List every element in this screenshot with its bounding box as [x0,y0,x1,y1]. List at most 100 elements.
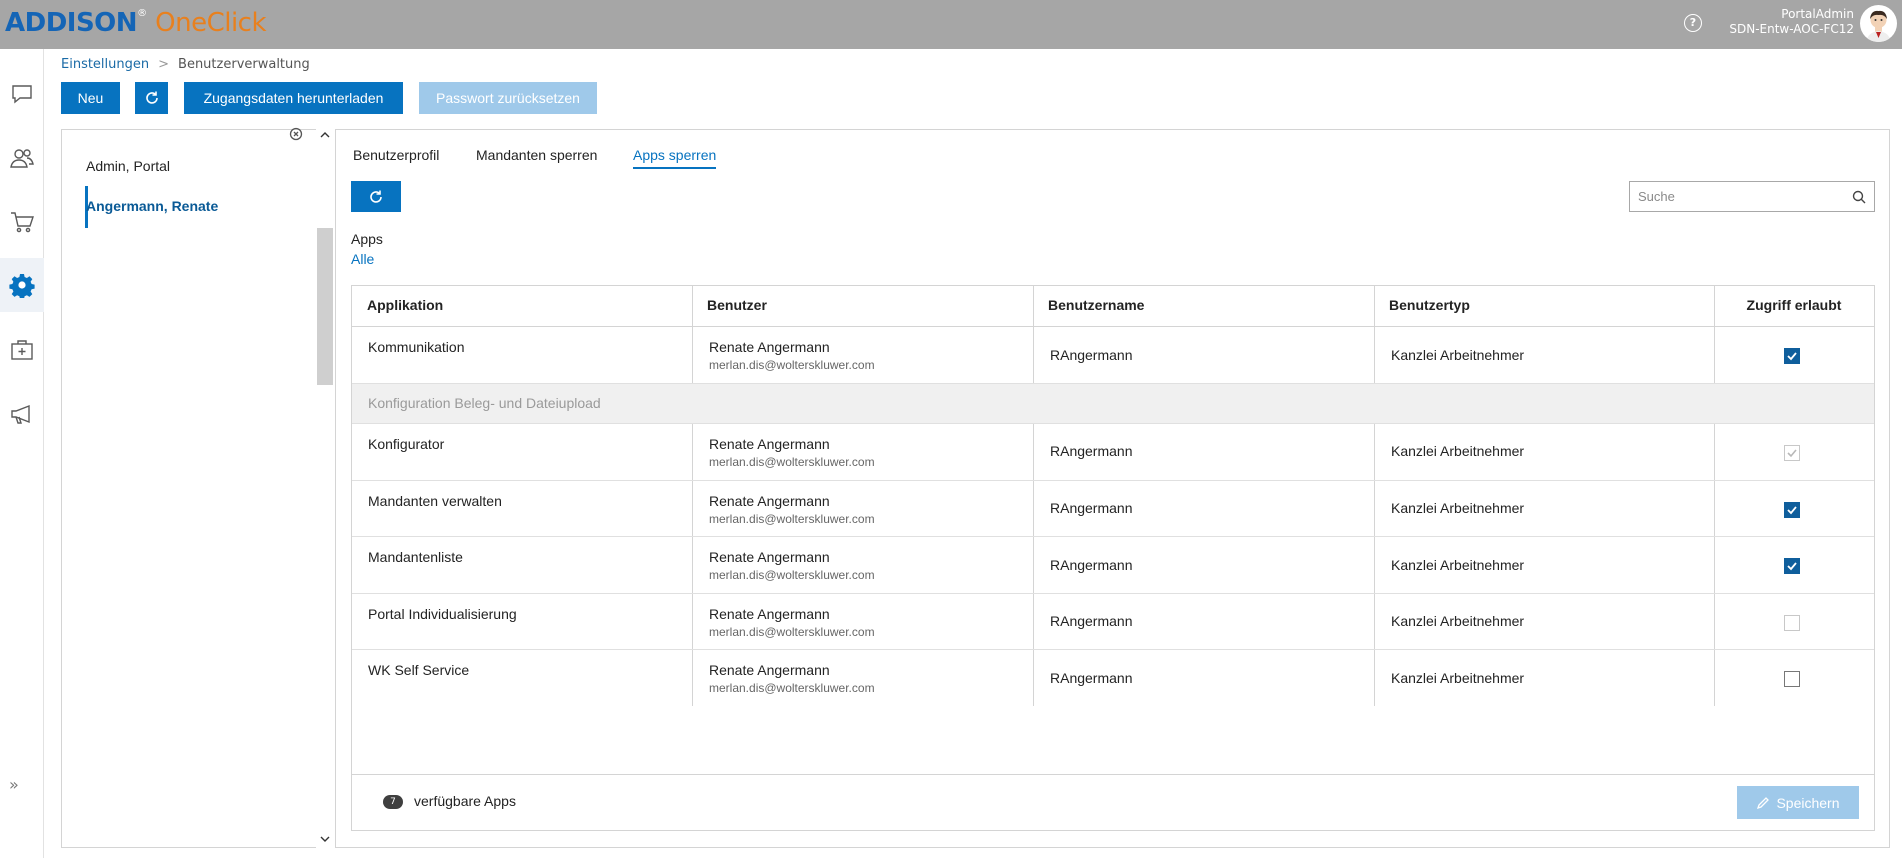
breadcrumb-separator: > [158,57,170,72]
user-name: Renate Angermann [709,339,830,355]
tab-lock-clients[interactable]: Mandanten sperren [476,147,597,163]
user-email: merlan.dis@wolterskluwer.com [709,455,875,469]
user-email: merlan.dis@wolterskluwer.com [709,512,875,526]
app-name: Kommunikation [368,339,465,355]
user-type: Kanzlei Arbeitnehmer [1391,557,1525,573]
apps-filter-value[interactable]: Alle [351,251,374,267]
column-header-user-type[interactable]: Benutzertyp [1373,285,1713,327]
app-name: WK Self Service [368,662,470,678]
scrollbar-thumb[interactable] [317,228,333,385]
user-cell: Renate Angermann merlan.dis@wolterskluwer… [709,493,875,526]
table-row[interactable]: Konfigurator Renate Angermann merlan.dis@… [352,424,1874,481]
breadcrumb: Einstellungen > Benutzerverwaltung [61,57,310,72]
user-type: Kanzlei Arbeitnehmer [1391,670,1525,686]
user-info[interactable]: PortalAdmin SDN-Entw-AOC-FC12 [1729,7,1854,37]
scroll-up-icon[interactable] [320,131,330,139]
user-name: Renate Angermann [709,493,830,509]
pencil-icon [1757,796,1770,809]
save-label: Speichern [1776,794,1840,811]
search-input[interactable]: Suche [1629,181,1875,212]
user-name: PortalAdmin [1781,7,1854,21]
username: RAngermann [1050,557,1133,573]
breadcrumb-settings[interactable]: Einstellungen [61,57,149,72]
table-row[interactable]: Portal Individualisierung Renate Angerma… [352,594,1874,650]
column-header-user[interactable]: Benutzer [691,285,1032,327]
user-email: merlan.dis@wolterskluwer.com [709,681,875,695]
user-type: Kanzlei Arbeitnehmer [1391,443,1525,459]
app-name: Mandanten verwalten [368,493,502,509]
partial-item-icon [289,127,303,141]
users-icon[interactable] [0,131,44,185]
cart-icon[interactable] [0,195,44,249]
table-row[interactable]: Kommunikation Renate Angermann merlan.dis… [352,327,1874,384]
user-name: Renate Angermann [709,606,830,622]
medkit-icon[interactable] [0,323,44,377]
username: RAngermann [1050,347,1133,363]
user-name: Renate Angermann [709,549,830,565]
group-row: Konfiguration Beleg- und Dateiupload [352,384,1874,424]
access-checkbox[interactable] [1784,348,1800,364]
refresh-icon [145,91,158,104]
gear-icon[interactable] [0,258,44,312]
user-cell: Renate Angermann merlan.dis@wolterskluwer… [709,549,875,582]
search-icon[interactable] [1852,190,1866,204]
brand-part2: OneClick [155,8,267,38]
save-button[interactable]: Speichern [1737,786,1859,819]
access-checkbox[interactable] [1784,502,1800,518]
access-checkbox[interactable] [1784,445,1800,461]
user-email: merlan.dis@wolterskluwer.com [709,625,875,639]
user-list-item[interactable]: Admin, Portal [86,158,170,174]
tab-user-profile[interactable]: Benutzerprofil [353,147,439,163]
user-name: Renate Angermann [709,662,830,678]
user-cell: Renate Angermann merlan.dis@wolterskluwer… [709,339,875,372]
username: RAngermann [1050,500,1133,516]
scroll-down-icon[interactable] [320,835,330,843]
user-cell: Renate Angermann merlan.dis@wolterskluwer… [709,662,875,695]
reset-password-button[interactable]: Passwort zurücksetzen [419,82,597,114]
available-apps-label: verfügbare Apps [414,793,516,809]
user-email: merlan.dis@wolterskluwer.com [709,568,875,582]
megaphone-icon[interactable] [0,387,44,441]
apps-filter-label: Apps [351,231,383,247]
user-cell: Renate Angermann merlan.dis@wolterskluwer… [709,606,875,639]
access-checkbox[interactable] [1784,671,1800,687]
user-type: Kanzlei Arbeitnehmer [1391,500,1525,516]
user-type: Kanzlei Arbeitnehmer [1391,613,1525,629]
user-host: SDN-Entw-AOC-FC12 [1729,22,1854,36]
access-checkbox[interactable] [1784,558,1800,574]
user-cell: Renate Angermann merlan.dis@wolterskluwer… [709,436,875,469]
help-icon[interactable]: ? [1684,14,1702,32]
app-name: Konfigurator [368,436,445,452]
table-footer [352,774,1874,830]
user-name: Renate Angermann [709,436,830,452]
app-count-badge: 7 [383,795,403,809]
app-name: Mandantenliste [368,549,463,565]
apps-refresh-button[interactable] [351,181,401,212]
brand-part1: ADDISON [5,8,138,38]
user-list-item-selected[interactable]: Angermann, Renate [86,198,218,214]
column-header-application[interactable]: Applikation [351,285,691,327]
user-type: Kanzlei Arbeitnehmer [1391,347,1525,363]
table-row[interactable]: Mandanten verwalten Renate Angermann merl… [352,481,1874,537]
username: RAngermann [1050,443,1133,459]
new-button[interactable]: Neu [61,82,120,114]
brand-reg: ® [137,8,147,19]
download-credentials-button[interactable]: Zugangsdaten herunterladen [184,82,403,114]
chat-icon[interactable] [0,67,44,121]
expand-nav-icon[interactable]: » [9,775,19,794]
tab-lock-apps[interactable]: Apps sperren [633,147,717,169]
table-row[interactable]: WK Self Service Renate Angermann merlan.d… [352,650,1874,706]
username: RAngermann [1050,670,1133,686]
access-checkbox[interactable] [1784,615,1800,631]
avatar[interactable] [1860,5,1897,42]
user-email: merlan.dis@wolterskluwer.com [709,358,875,372]
top-bar: ADDISON® OneClick ? PortalAdmin SDN-Entw… [0,0,1902,49]
column-header-access[interactable]: Zugriff erlaubt [1713,285,1875,327]
app-name: Portal Individualisierung [368,606,517,622]
table-row[interactable]: Mandantenliste Renate Angermann merlan.di… [352,537,1874,594]
column-header-username[interactable]: Benutzername [1032,285,1373,327]
refresh-button[interactable] [135,82,168,114]
search-placeholder: Suche [1638,189,1675,204]
breadcrumb-current: Benutzerverwaltung [178,57,310,72]
brand-logo: ADDISON® OneClick [5,8,267,38]
